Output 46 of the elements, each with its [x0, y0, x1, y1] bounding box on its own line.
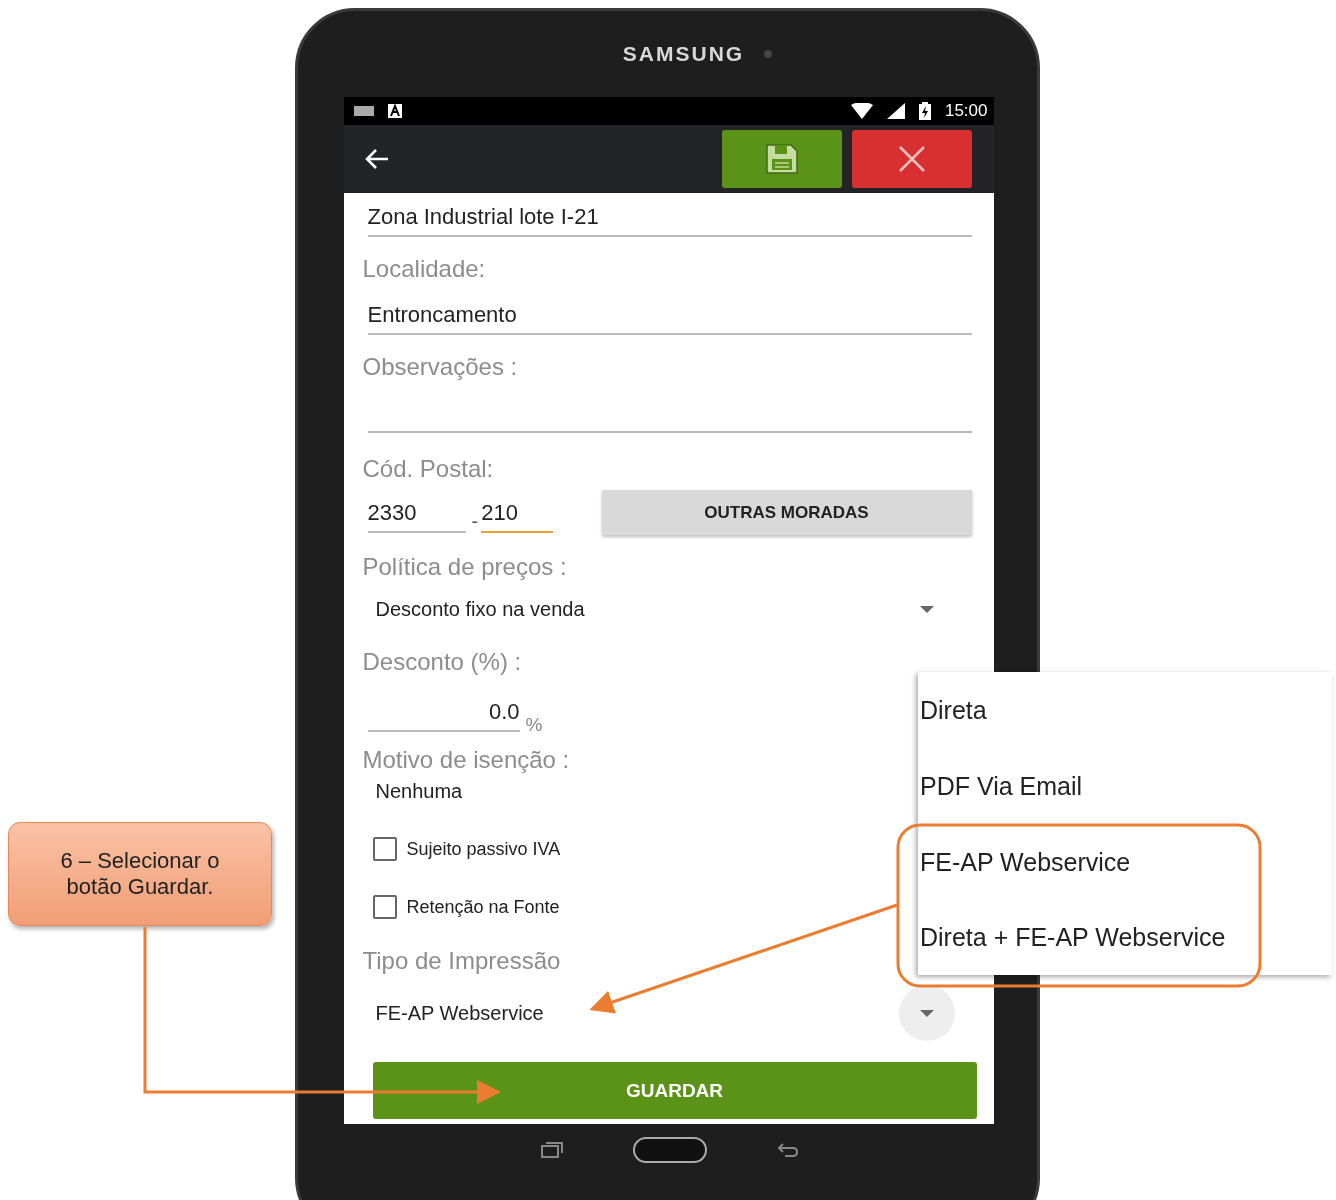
postal-code-field[interactable]: 210	[481, 491, 554, 533]
field-label: Tipo de Impressão	[362, 946, 561, 976]
field-label: Observações :	[362, 352, 518, 382]
field-label: Localidade:	[362, 254, 486, 284]
dropdown-option[interactable]: Direta + FE-AP Webservice	[918, 899, 1332, 975]
checkbox-option[interactable]: Sujeito passivo IVA	[362, 820, 561, 878]
postal-code-field[interactable]: 2330	[367, 491, 466, 533]
dropdown-option[interactable]: FE-AP Webservice	[918, 824, 1332, 900]
home-button[interactable]	[632, 1136, 707, 1163]
letter-a-icon	[387, 104, 402, 118]
signal-icon	[886, 103, 905, 119]
back-button[interactable]	[363, 148, 390, 170]
checkbox[interactable]	[372, 837, 397, 861]
back-icon	[776, 1141, 799, 1158]
field-label: Cód. Postal:	[362, 454, 494, 484]
save-button[interactable]: GUARDAR	[372, 1062, 977, 1119]
dropdown-option[interactable]: PDF Via Email	[918, 749, 1332, 825]
price-policy-select[interactable]: Desconto fixo na venda	[362, 587, 972, 631]
other-addresses-button[interactable]: OUTRAS MORADAS	[601, 490, 972, 535]
close-icon	[897, 145, 926, 173]
checkbox[interactable]	[372, 895, 397, 919]
print-type-select[interactable]: FE-AP Webservice	[362, 981, 972, 1045]
locality-field[interactable]: Entroncamento	[367, 289, 972, 335]
field-label: Desconto (%) :	[362, 647, 522, 677]
checkbox-label: Sujeito passivo IVA	[406, 838, 561, 860]
percent-unit: %	[525, 714, 543, 736]
checkbox-option[interactable]: Retenção na Fonte	[362, 878, 560, 936]
camera-icon	[764, 50, 773, 58]
exemption-value: Nenhuma	[374, 780, 463, 804]
caret-icon	[919, 605, 934, 613]
postal-separator: -	[471, 510, 479, 533]
status-time: 15:00	[944, 101, 988, 121]
field-label: Motivo de isenção :	[362, 745, 570, 775]
keyboard-icon	[353, 106, 374, 116]
wifi-icon	[850, 103, 873, 119]
save-icon-button[interactable]	[721, 130, 842, 188]
dropdown-option[interactable]: Direta	[918, 672, 1332, 750]
checkbox-label: Retenção na Fonte	[406, 896, 560, 918]
discount-field[interactable]: 0.0	[367, 692, 520, 732]
callout-note: 6 – Selecionar o botão Guardar.	[8, 822, 272, 926]
battery-icon	[918, 102, 931, 120]
address-field[interactable]: Zona Industrial lote I-21	[367, 193, 972, 237]
recent-apps-icon	[540, 1141, 563, 1158]
brand-logo: SAMSUNG	[622, 42, 745, 66]
caret-icon	[919, 1009, 934, 1017]
field-label: Política de preços :	[362, 552, 567, 582]
